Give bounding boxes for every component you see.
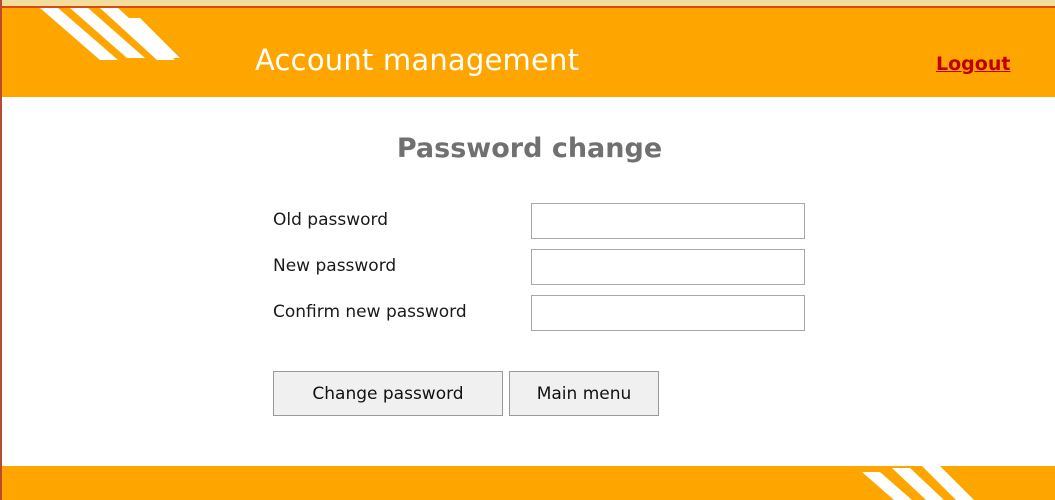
new-password-label: New password <box>273 256 397 276</box>
logout-link[interactable]: Logout <box>936 55 1010 74</box>
page-header-title: Account management <box>255 43 580 77</box>
diagonal-stripes-icon <box>862 466 974 500</box>
confirm-password-input[interactable] <box>531 295 805 331</box>
footer-bar <box>2 466 1055 500</box>
header-bar: Account management Logout <box>2 6 1055 97</box>
account-page: Account management Logout Password chang… <box>0 0 1055 500</box>
change-password-button[interactable]: Change password <box>273 371 503 416</box>
confirm-password-label: Confirm new password <box>273 302 467 322</box>
form-title: Password change <box>396 133 663 164</box>
diagonal-stripes-icon <box>40 8 180 60</box>
new-password-input[interactable] <box>531 249 805 285</box>
main-menu-button[interactable]: Main menu <box>509 371 659 416</box>
old-password-input[interactable] <box>531 203 805 239</box>
old-password-label: Old password <box>273 210 389 230</box>
